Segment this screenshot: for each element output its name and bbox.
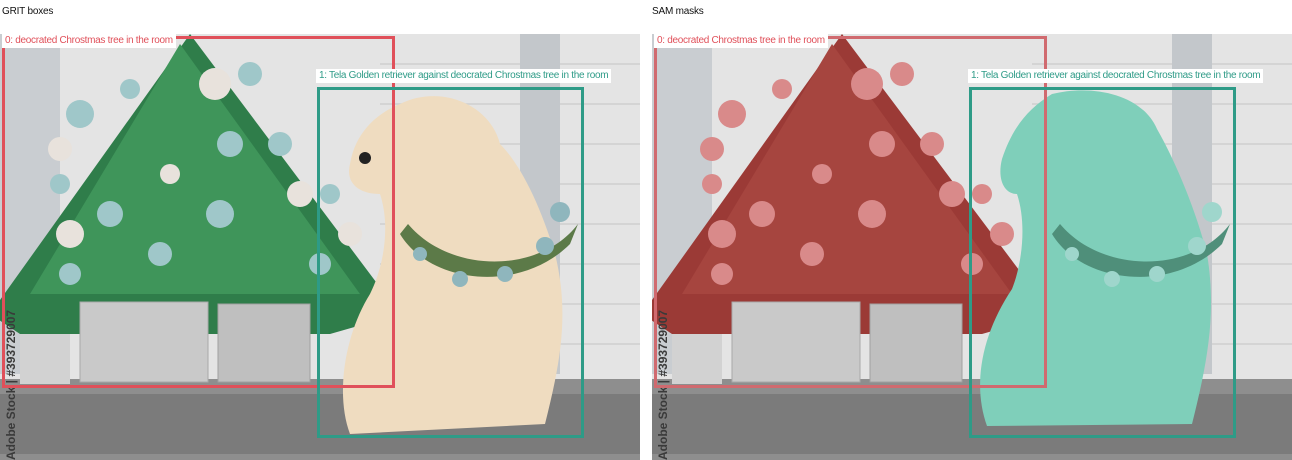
sam-box-dog-label: 1: Tela Golden retriever against deocrat… [968, 69, 1264, 83]
sam-box-tree-label: 0: deocrated Chrostmas tree in the room [654, 34, 828, 48]
sam-masks-panel: Adobe Stock | #393729007 0: deocrated Ch… [652, 34, 1292, 460]
grit-boxes-panel: Adobe Stock | #393729007 0: deocrated Ch… [0, 34, 640, 460]
sam-box-dog [969, 87, 1236, 438]
grit-box-dog-label: 1: Tela Golden retriever against deocrat… [316, 69, 612, 83]
grit-panel-title: GRIT boxes [2, 6, 54, 17]
grit-box-tree-label: 0: deocrated Chrostmas tree in the room [2, 34, 176, 48]
grit-box-dog [317, 87, 584, 438]
sam-panel-title: SAM masks [652, 6, 704, 17]
